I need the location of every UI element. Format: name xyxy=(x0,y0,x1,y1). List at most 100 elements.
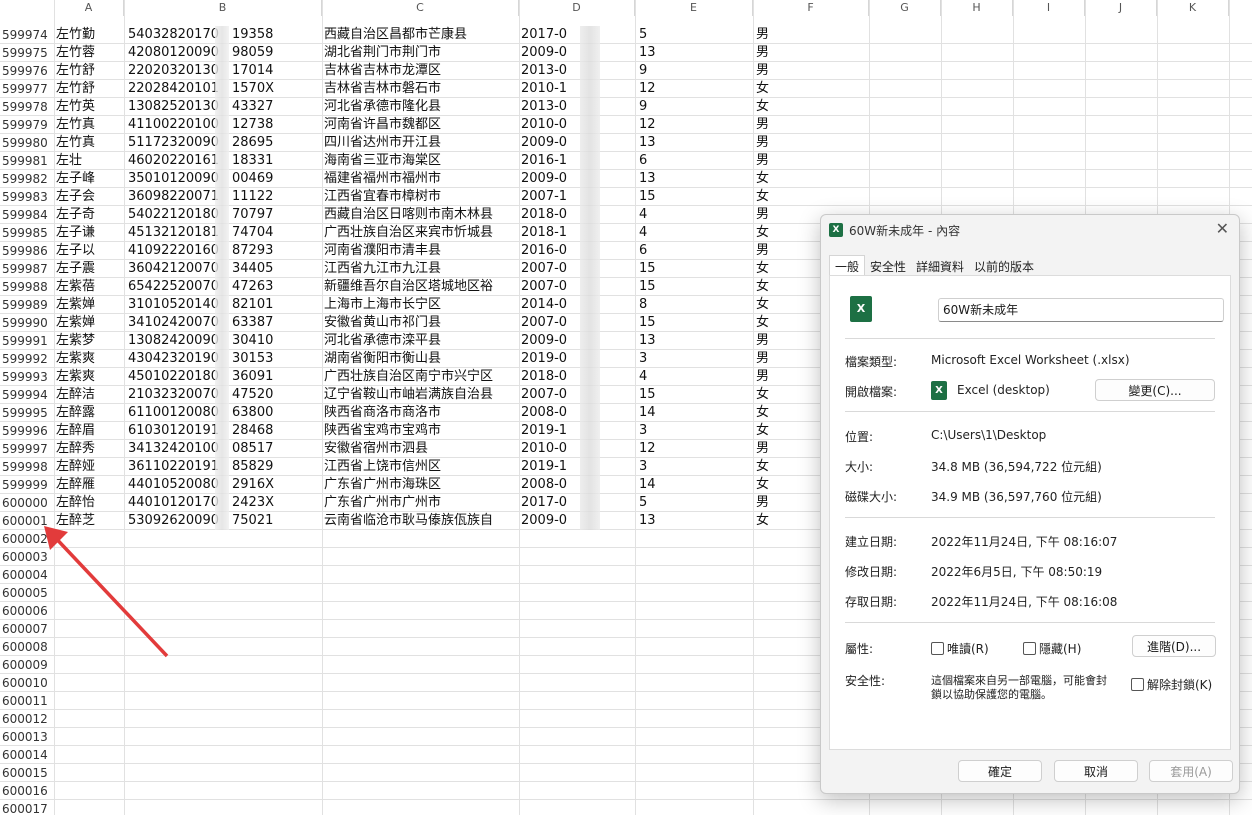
cell-id[interactable]: 35010120090 xyxy=(128,170,229,188)
cell-name[interactable]: 左醉雁 xyxy=(56,476,125,494)
cell-n[interactable]: 13 xyxy=(639,332,753,350)
cell-name[interactable]: 左壮 xyxy=(56,152,125,170)
cell-sex[interactable]: 女 xyxy=(756,170,865,188)
column-header[interactable]: H xyxy=(941,0,1013,16)
row-number[interactable]: 600015 xyxy=(0,764,54,782)
cell-date[interactable]: 2014-0 xyxy=(521,296,636,314)
row-number[interactable]: 600008 xyxy=(0,638,54,656)
cell-addr[interactable]: 陕西省商洛市商洛市 xyxy=(324,404,518,422)
cell-addr[interactable]: 江西省上饶市信州区 xyxy=(324,458,518,476)
cell-addr[interactable]: 广东省广州市海珠区 xyxy=(324,476,518,494)
row-number[interactable]: 599984 xyxy=(0,206,54,224)
cell-sex[interactable]: 女 xyxy=(756,80,865,98)
cell-id[interactable]: 44010520080 xyxy=(128,476,229,494)
cell-id[interactable]: 22028420101 xyxy=(128,80,229,98)
cell-date[interactable]: 2016-0 xyxy=(521,242,636,260)
row-number[interactable]: 600006 xyxy=(0,602,54,620)
row-number[interactable]: 599991 xyxy=(0,332,54,350)
cell-addr[interactable]: 四川省达州市开江县 xyxy=(324,134,518,152)
cell-sex[interactable]: 女 xyxy=(756,98,865,116)
row-number[interactable]: 600016 xyxy=(0,782,54,800)
cell-suffix[interactable]: 82101 xyxy=(232,296,321,314)
cell-addr[interactable]: 广西壮族自治区来宾市忻城县 xyxy=(324,224,518,242)
cell-id[interactable]: 65422520070 xyxy=(128,278,229,296)
row-number[interactable]: 599999 xyxy=(0,476,54,494)
cell-sex[interactable]: 男 xyxy=(756,26,865,44)
table-row[interactable]: 599982 左子峰 35010120090 00469 福建省福州市福州市 2009-0… xyxy=(0,170,1252,188)
table-row[interactable]: 599976 左竹舒 22020320130 17014 吉林省吉林市龙潭区 2013-0… xyxy=(0,62,1252,80)
cell-n[interactable]: 6 xyxy=(639,242,753,260)
table-row[interactable]: 600017 xyxy=(0,800,1252,815)
cell-sex[interactable]: 男 xyxy=(756,116,865,134)
cell-id[interactable]: 36042120070 xyxy=(128,260,229,278)
cell-n[interactable]: 15 xyxy=(639,260,753,278)
cell-suffix[interactable]: 12738 xyxy=(232,116,321,134)
cell-date[interactable]: 2019-1 xyxy=(521,422,636,440)
cell-date[interactable]: 2008-0 xyxy=(521,404,636,422)
cell-addr[interactable]: 河南省许昌市魏都区 xyxy=(324,116,518,134)
cell-n[interactable]: 13 xyxy=(639,512,753,530)
cell-date[interactable]: 2018-1 xyxy=(521,224,636,242)
row-number[interactable]: 600014 xyxy=(0,746,54,764)
row-number[interactable]: 599976 xyxy=(0,62,54,80)
table-row[interactable]: 599978 左竹英 13082520130 43327 河北省承德市隆化县 2013-0… xyxy=(0,98,1252,116)
cell-addr[interactable]: 安徽省宿州市泗县 xyxy=(324,440,518,458)
row-number[interactable]: 600004 xyxy=(0,566,54,584)
cell-name[interactable]: 左子峰 xyxy=(56,170,125,188)
table-row[interactable]: 599983 左子会 36098220071 11122 江西省宜春市樟树市 2007-1… xyxy=(0,188,1252,206)
row-number[interactable]: 600007 xyxy=(0,620,54,638)
cell-n[interactable]: 9 xyxy=(639,62,753,80)
apply-button[interactable]: 套用(A) xyxy=(1149,760,1233,782)
cell-date[interactable]: 2007-0 xyxy=(521,386,636,404)
cell-date[interactable]: 2018-0 xyxy=(521,368,636,386)
row-number[interactable]: 600013 xyxy=(0,728,54,746)
cell-id[interactable]: 51172320090 xyxy=(128,134,229,152)
row-number[interactable]: 599992 xyxy=(0,350,54,368)
row-number[interactable]: 599993 xyxy=(0,368,54,386)
cell-date[interactable]: 2009-0 xyxy=(521,170,636,188)
cell-suffix[interactable]: 47520 xyxy=(232,386,321,404)
cell-name[interactable]: 左紫婵 xyxy=(56,314,125,332)
cell-suffix[interactable]: 28468 xyxy=(232,422,321,440)
cell-n[interactable]: 4 xyxy=(639,224,753,242)
advanced-button[interactable]: 進階(D)... xyxy=(1132,635,1216,657)
row-number[interactable]: 599978 xyxy=(0,98,54,116)
cell-date[interactable]: 2010-0 xyxy=(521,116,636,134)
column-header[interactable]: G xyxy=(869,0,941,16)
cell-name[interactable]: 左紫爽 xyxy=(56,350,125,368)
cell-suffix[interactable]: 17014 xyxy=(232,62,321,80)
cell-id[interactable]: 22020320130 xyxy=(128,62,229,80)
row-number[interactable]: 600017 xyxy=(0,800,54,815)
cell-name[interactable]: 左紫梦 xyxy=(56,332,125,350)
row-number[interactable]: 600001 xyxy=(0,512,54,530)
tab-general[interactable]: 一般 xyxy=(829,255,866,277)
table-row[interactable]: 599980 左竹真 51172320090 28695 四川省达州市开江县 2009-0… xyxy=(0,134,1252,152)
tab-security[interactable]: 安全性 xyxy=(865,256,911,277)
row-number[interactable]: 599989 xyxy=(0,296,54,314)
cell-addr[interactable]: 广西壮族自治区南宁市兴宁区 xyxy=(324,368,518,386)
cell-date[interactable]: 2009-0 xyxy=(521,134,636,152)
cell-date[interactable]: 2007-0 xyxy=(521,260,636,278)
cell-n[interactable]: 8 xyxy=(639,296,753,314)
cell-name[interactable]: 左子奇 xyxy=(56,206,125,224)
cell-name[interactable]: 左竹英 xyxy=(56,98,125,116)
cell-suffix[interactable]: 47263 xyxy=(232,278,321,296)
hidden-label[interactable]: 隱藏(H) xyxy=(1039,640,1081,657)
cell-date[interactable]: 2017-0 xyxy=(521,494,636,512)
cell-suffix[interactable]: 63387 xyxy=(232,314,321,332)
cell-n[interactable]: 4 xyxy=(639,206,753,224)
cell-id[interactable]: 41100220100 xyxy=(128,116,229,134)
cell-addr[interactable]: 湖南省衡阳市衡山县 xyxy=(324,350,518,368)
row-number[interactable]: 599998 xyxy=(0,458,54,476)
row-number[interactable]: 599995 xyxy=(0,404,54,422)
cell-suffix[interactable]: 19358 xyxy=(232,26,321,44)
cell-suffix[interactable]: 18331 xyxy=(232,152,321,170)
cell-addr[interactable]: 云南省临沧市耿马傣族佤族自 xyxy=(324,512,518,530)
row-number[interactable]: 599975 xyxy=(0,44,54,62)
column-header[interactable]: K xyxy=(1157,0,1229,16)
cell-id[interactable]: 44010120170 xyxy=(128,494,229,512)
cell-n[interactable]: 12 xyxy=(639,80,753,98)
cell-date[interactable]: 2019-0 xyxy=(521,350,636,368)
cell-name[interactable]: 左竹蓉 xyxy=(56,44,125,62)
row-number[interactable]: 600005 xyxy=(0,584,54,602)
